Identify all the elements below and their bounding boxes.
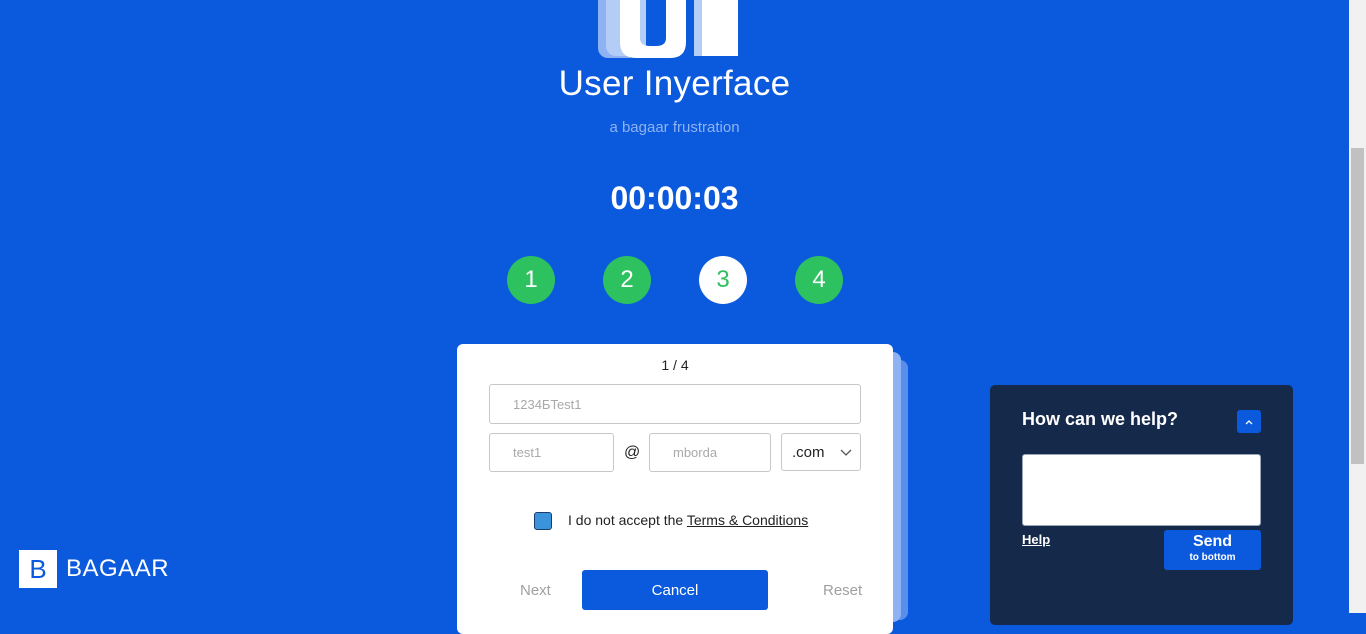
cancel-button[interactable]: Cancel [582,570,768,610]
send-sublabel: to bottom [1189,552,1236,563]
terms-checkbox[interactable] [534,512,552,530]
bagaar-logo-icon: B [19,550,57,588]
step-2: 2 [603,256,651,304]
bagaar-brand[interactable]: B BAGAAR [19,550,169,588]
password-field[interactable] [489,384,861,424]
terms-conditions-link[interactable]: Terms & Conditions [687,512,808,528]
send-label: Send [1192,533,1233,550]
at-sign: @ [624,444,641,461]
help-panel: How can we help? Help Send to bottom [990,385,1293,625]
help-collapse-button[interactable] [1237,410,1261,433]
timer: 00:00:03 [610,180,739,216]
chevron-down-icon [840,449,852,456]
brand-name: BAGAAR [66,555,170,582]
page-indicator: 1 / 4 [661,357,689,373]
logo-ui-icon [598,0,738,58]
app-title: User Inyerface [558,64,791,103]
terms-prefix: I do not accept the [568,512,687,528]
step-3-current: 3 [699,256,747,304]
chevron-up-icon [1245,419,1253,424]
terms-label: I do not accept the Terms & Conditions [568,512,808,528]
app-subtitle: a bagaar frustration [609,119,740,136]
help-link[interactable]: Help [1022,532,1050,547]
login-card: 1 / 4 @ .com I do not accept the Terms &… [457,344,893,634]
tld-dropdown[interactable]: .com [781,433,861,471]
email-domain-field[interactable] [649,433,771,472]
reset-button[interactable]: Reset [823,582,862,599]
email-name-field[interactable] [489,433,614,472]
step-1: 1 [507,256,555,304]
next-button[interactable]: Next [520,582,551,599]
help-title: How can we help? [1022,409,1179,429]
send-to-bottom-button[interactable]: Send to bottom [1164,530,1261,570]
tld-selected-value: .com [792,443,825,461]
scrollbar-thumb[interactable] [1351,148,1364,464]
help-message-input[interactable] [1022,454,1261,526]
step-4: 4 [795,256,843,304]
